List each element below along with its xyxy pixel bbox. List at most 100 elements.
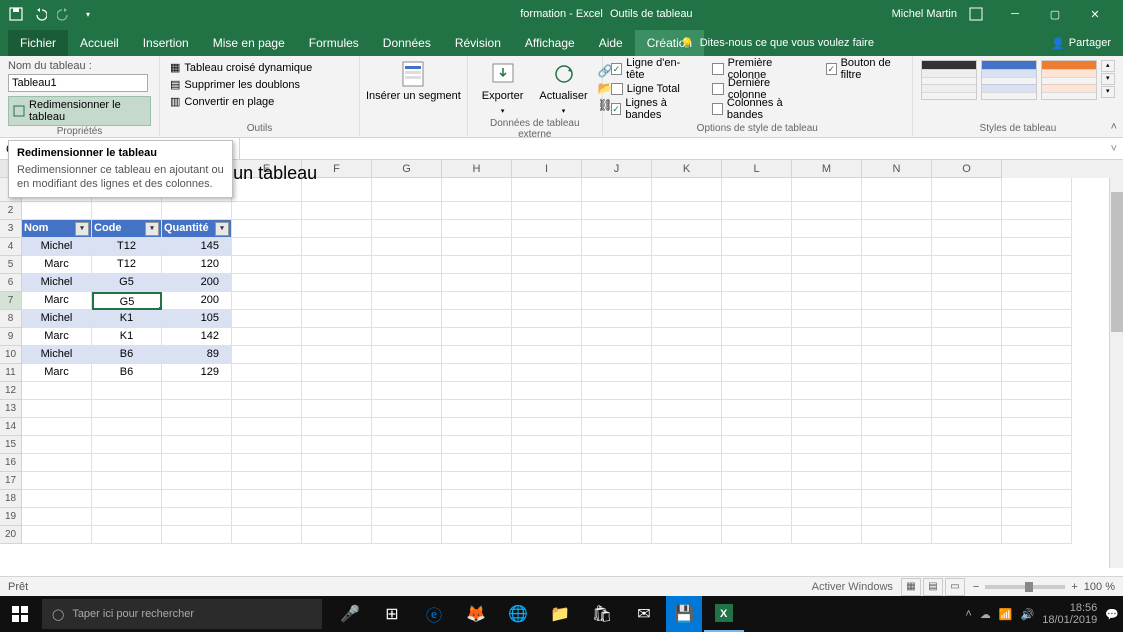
cell[interactable] <box>792 472 862 490</box>
cell[interactable] <box>862 202 932 220</box>
cell[interactable] <box>512 490 582 508</box>
cell[interactable] <box>232 526 302 544</box>
taskbar-search[interactable]: ◯ Taper ici pour rechercher <box>42 599 322 629</box>
cell[interactable]: 120 <box>162 256 232 274</box>
save-icon[interactable] <box>8 6 24 22</box>
cell[interactable]: Marc <box>22 292 92 310</box>
cell[interactable] <box>792 292 862 310</box>
cell[interactable] <box>302 436 372 454</box>
cell[interactable] <box>932 400 1002 418</box>
cell[interactable] <box>862 418 932 436</box>
tab-aide[interactable]: Aide <box>587 30 635 56</box>
cell[interactable] <box>232 418 302 436</box>
cell[interactable] <box>92 418 162 436</box>
cell[interactable] <box>722 472 792 490</box>
cell[interactable] <box>162 472 232 490</box>
cell[interactable] <box>932 328 1002 346</box>
start-button[interactable] <box>0 596 40 632</box>
cell[interactable] <box>372 220 442 238</box>
cell[interactable] <box>302 292 372 310</box>
zoom-in-icon[interactable]: + <box>1071 581 1077 593</box>
cell[interactable] <box>932 238 1002 256</box>
cell[interactable] <box>792 328 862 346</box>
row-header[interactable]: 18 <box>0 490 22 508</box>
cell[interactable] <box>792 508 862 526</box>
cell[interactable]: Michel <box>22 274 92 292</box>
share-button[interactable]: 👤 Partager <box>1051 30 1111 56</box>
cell[interactable] <box>442 310 512 328</box>
cell[interactable] <box>932 202 1002 220</box>
zoom-control[interactable]: − + 100 % <box>973 581 1115 593</box>
cell[interactable] <box>512 508 582 526</box>
row-header[interactable]: 6 <box>0 274 22 292</box>
cell[interactable] <box>932 454 1002 472</box>
resize-table-button[interactable]: Redimensionner le tableau <box>8 96 151 126</box>
cell[interactable] <box>442 346 512 364</box>
cell[interactable] <box>722 346 792 364</box>
cell[interactable] <box>512 418 582 436</box>
cell[interactable] <box>722 202 792 220</box>
normal-view-icon[interactable]: ▦ <box>901 578 921 596</box>
page-layout-icon[interactable]: ▤ <box>923 578 943 596</box>
cell[interactable] <box>582 436 652 454</box>
cell[interactable] <box>92 508 162 526</box>
style-thumb[interactable] <box>921 60 977 100</box>
cell[interactable] <box>232 382 302 400</box>
cell[interactable] <box>862 526 932 544</box>
cell[interactable] <box>652 292 722 310</box>
cell[interactable] <box>862 490 932 508</box>
cell[interactable] <box>722 274 792 292</box>
cell[interactable] <box>442 454 512 472</box>
cell[interactable]: Quantité▾ <box>162 220 232 238</box>
cell[interactable] <box>582 310 652 328</box>
cell[interactable]: 145 <box>162 238 232 256</box>
volume-icon[interactable]: 🔊 <box>1021 608 1035 621</box>
cell[interactable] <box>372 328 442 346</box>
cell[interactable] <box>92 454 162 472</box>
cell[interactable] <box>232 400 302 418</box>
export-button[interactable]: Exporter▾ <box>476 60 530 118</box>
cell[interactable] <box>512 220 582 238</box>
cell[interactable] <box>372 274 442 292</box>
cell[interactable] <box>1002 418 1072 436</box>
cell[interactable] <box>582 238 652 256</box>
cell[interactable] <box>162 490 232 508</box>
cell[interactable] <box>1002 382 1072 400</box>
cell[interactable] <box>722 328 792 346</box>
cell[interactable] <box>792 454 862 472</box>
cell[interactable] <box>932 526 1002 544</box>
cell[interactable] <box>722 364 792 382</box>
cell[interactable]: Marc <box>22 328 92 346</box>
cell[interactable] <box>1002 346 1072 364</box>
cell[interactable] <box>442 418 512 436</box>
zoom-level[interactable]: 100 % <box>1084 581 1115 593</box>
cell[interactable] <box>512 256 582 274</box>
task-view-icon[interactable]: ⊞ <box>372 596 412 632</box>
cell[interactable] <box>1002 238 1072 256</box>
cell[interactable] <box>792 256 862 274</box>
cell[interactable] <box>232 292 302 310</box>
cell[interactable] <box>372 382 442 400</box>
cell[interactable] <box>932 346 1002 364</box>
cell[interactable] <box>302 418 372 436</box>
cell[interactable] <box>722 382 792 400</box>
cell[interactable] <box>512 454 582 472</box>
edge-icon[interactable]: ⓔ <box>414 596 454 632</box>
cell[interactable] <box>302 310 372 328</box>
cell[interactable] <box>92 400 162 418</box>
cell[interactable] <box>22 526 92 544</box>
qat-dropdown-icon[interactable]: ▾ <box>80 6 96 22</box>
cell[interactable] <box>372 346 442 364</box>
cell[interactable] <box>232 202 302 220</box>
store-icon[interactable]: 🛍 <box>582 596 622 632</box>
cell[interactable] <box>652 202 722 220</box>
cell[interactable] <box>792 346 862 364</box>
cell[interactable] <box>582 274 652 292</box>
cell[interactable] <box>372 310 442 328</box>
cell[interactable] <box>862 238 932 256</box>
cell[interactable] <box>582 490 652 508</box>
refresh-button[interactable]: Actualiser▾ <box>533 60 593 118</box>
cell[interactable] <box>92 436 162 454</box>
cell[interactable] <box>92 490 162 508</box>
cell[interactable] <box>722 220 792 238</box>
